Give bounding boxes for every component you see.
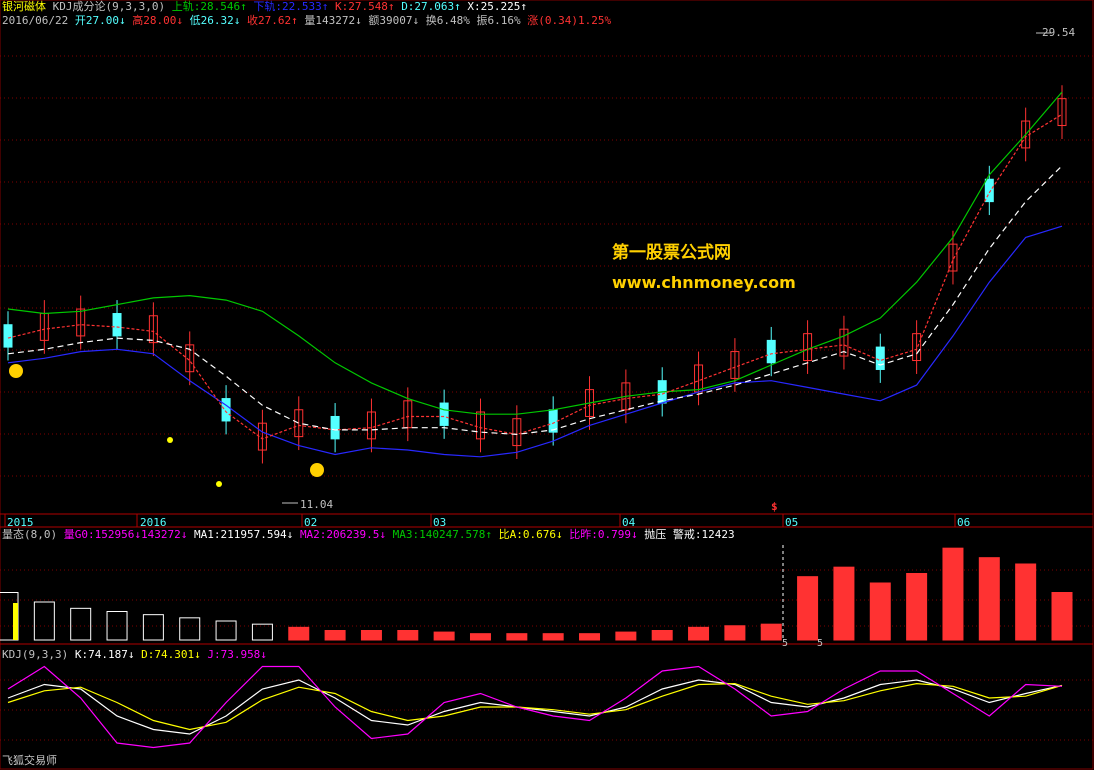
d-value: D:27.063↑: [401, 0, 461, 13]
x-axis-label-05: 05: [785, 516, 799, 529]
change-value: 涨(0.34)1.25%: [527, 14, 612, 27]
candle-body-12: [439, 402, 449, 426]
x-axis-label-06: 06: [957, 516, 971, 529]
amount-value: 额39007↓: [368, 14, 420, 27]
price-series-line-0: [7, 91, 1063, 415]
kdj-series-line-2: [7, 665, 1063, 749]
price-header-line-1: 银河磁体 KDJ成分论(9,3,3,0) 上轨:28.546↑ 下轨:22.53…: [2, 0, 527, 14]
volume-bar-26: [942, 547, 964, 641]
ratio-b-value: 比昨:0.799↓: [569, 528, 638, 541]
volume-value: 量143272↓: [304, 14, 362, 27]
ma2-value: MA2:206239.5↓: [299, 528, 387, 541]
watermark-url[interactable]: www.chnmoney.com: [612, 273, 796, 292]
yellow-dot-0: [167, 437, 173, 443]
ma3-value: MA3:140247.578↑: [392, 528, 492, 541]
volume-bar-8: [288, 626, 310, 641]
candle-body-21: [766, 339, 776, 364]
volume-title[interactable]: 量态(8,0): [2, 528, 57, 541]
ma1-value: MA1:211957.594↓: [193, 528, 294, 541]
candle-body-27: [984, 178, 994, 203]
candle-body-9: [330, 415, 340, 440]
volume-bar-23: [833, 566, 855, 641]
upper-band-value: 上轨:28.546↑: [171, 0, 247, 13]
candle-body-24: [875, 346, 885, 370]
footer-app-name: 飞狐交易师: [2, 754, 57, 767]
volume-bar-11: [397, 630, 419, 641]
kdj-series-line-0: [7, 679, 1063, 735]
volume-bar-13: [469, 633, 491, 641]
watermark-title: 第一股票公式网: [612, 243, 731, 263]
price-high-label: 29.54: [1042, 26, 1076, 39]
stock-name[interactable]: 银河磁体: [2, 0, 46, 13]
price-series-line-3: [7, 165, 1063, 436]
volume-bar-29: [1051, 592, 1073, 641]
volume-bar-10: [360, 630, 382, 641]
volume-bar-20: [724, 625, 746, 641]
volume-bar-4: [142, 614, 164, 641]
volume-bar-19: [688, 626, 710, 641]
smiley-icon-0: [9, 364, 23, 378]
price-series-line-1: [7, 225, 1063, 458]
volume-bar-25: [906, 573, 928, 641]
volume-bar-27: [978, 557, 1000, 641]
volume-header: 量态(8,0) 量G0:152956↓143272↓ MA1:211957.59…: [2, 528, 735, 542]
candle-body-3: [112, 313, 122, 337]
kdj-d-value: D:74.301↓: [141, 648, 201, 661]
volume-marker-1: 5: [782, 638, 789, 649]
volume-bar-2: [70, 607, 92, 641]
volume-bar-28: [1015, 563, 1037, 641]
kdj-series-line-1: [7, 682, 1063, 731]
x-axis-label-04: 04: [622, 516, 636, 529]
volume-bar-5: [179, 617, 201, 641]
volume-highlight-bar: [13, 603, 18, 640]
open-value: 开27.00↓: [74, 14, 126, 27]
volume-bar-14: [506, 633, 528, 641]
indicator-params[interactable]: KDJ成分论(9,3,3,0): [53, 0, 165, 13]
price-low-label: 11.04: [300, 498, 334, 511]
kdj-j-value: J:73.958↓: [207, 648, 267, 661]
smiley-icon-1: [310, 463, 324, 477]
volume-bar-17: [615, 631, 637, 641]
close-value: 收27.62↑: [246, 14, 298, 27]
kdj-title[interactable]: KDJ(9,3,3): [2, 648, 68, 661]
candle-body-6: [221, 398, 231, 422]
x-axis-label-2015: 2015: [7, 516, 34, 529]
volume-marker-2: 5: [817, 638, 824, 649]
k-value: K:27.548↑: [334, 0, 395, 13]
amplitude-value: 振6.16%: [476, 14, 521, 27]
yellow-dot-1: [216, 481, 222, 487]
volume-bar-16: [579, 633, 601, 641]
pressure-value: 抛压 警戒:12423: [644, 528, 735, 541]
turnover-value: 换6.48%: [425, 14, 470, 27]
volume-bar-22: [797, 576, 819, 641]
price-header-line-2: 2016/06/22 开27.00↓ 高28.00↓ 低26.32↓ 收27.6…: [2, 14, 611, 28]
volume-bar-1: [33, 601, 55, 641]
kdj-header: KDJ(9,3,3) K:74.187↓ D:74.301↓ J:73.958↓: [2, 648, 267, 662]
x-axis-label-03: 03: [433, 516, 447, 529]
date-value: 2016/06/22: [2, 14, 69, 27]
dollar-marker: $: [771, 500, 778, 513]
x-value: X:25.225↑: [467, 0, 528, 13]
low-value: 低26.32↓: [189, 14, 241, 27]
ratio-a-value: 比A:0.676↓: [498, 528, 563, 541]
volume-bar-9: [324, 630, 346, 641]
volume-bar-18: [651, 630, 673, 641]
lower-band-value: 下轨:22.533↑: [253, 0, 329, 13]
volume-bar-15: [542, 633, 564, 641]
volume-bar-6: [215, 620, 237, 641]
x-axis-label-2016: 2016: [140, 516, 167, 529]
volume-bar-12: [433, 631, 455, 641]
x-axis-label-02: 02: [304, 516, 318, 529]
volume-bar-24: [869, 582, 891, 641]
candle-body-0: [3, 324, 13, 348]
high-value: 高28.00↓: [132, 14, 183, 27]
volume-bar-7: [251, 623, 273, 641]
volume-g0-value: 量G0:152956↓143272↓: [63, 528, 188, 541]
kdj-k-value: K:74.187↓: [74, 648, 135, 661]
volume-bar-21: [760, 623, 782, 641]
